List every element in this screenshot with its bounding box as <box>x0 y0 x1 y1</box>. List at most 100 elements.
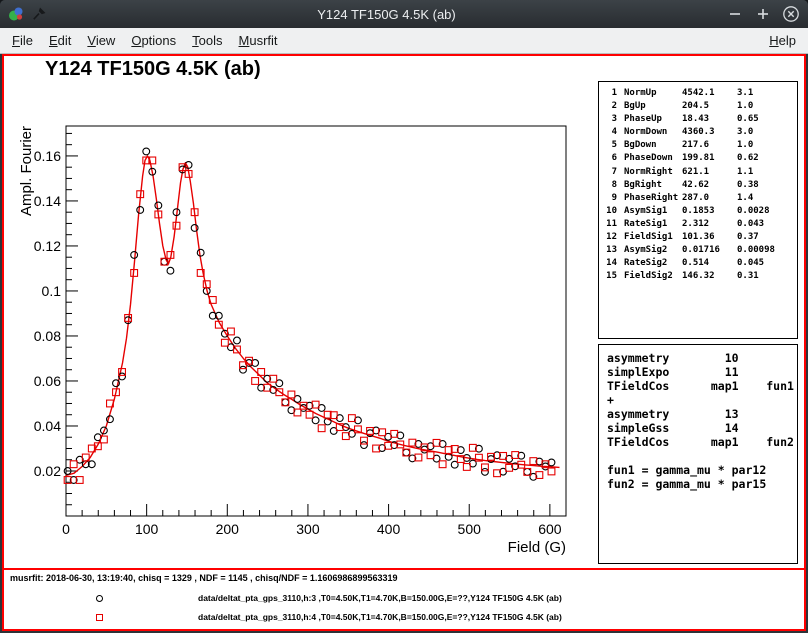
menu-accel: M <box>239 33 250 48</box>
theory-line: simpleGss 14 <box>607 421 797 435</box>
menu-accel: V <box>87 33 95 48</box>
parameter-row: 9PhaseRight287.01.4 <box>603 192 797 205</box>
fit-line <box>66 156 560 476</box>
theory-line: TFieldCos map1 fun1 <box>607 379 797 393</box>
data-marker <box>221 339 228 346</box>
menu-accel: E <box>49 33 58 48</box>
legend-label: data/deltat_pta_gps_3110,h:4 ,T0=4.50K,T… <box>198 612 562 622</box>
menu-label: ile <box>20 33 33 48</box>
fit-info: musrfit: 2018-06-30, 13:19:40, chisq = 1… <box>10 573 397 583</box>
menu-label: iew <box>96 33 116 48</box>
x-tick-label: 300 <box>296 521 320 537</box>
info-pane: musrfit: 2018-06-30, 13:19:40, chisq = 1… <box>4 568 804 629</box>
parameter-row: 6PhaseDown199.810.62 <box>603 152 797 165</box>
data-marker <box>143 148 150 155</box>
x-tick-label: 100 <box>135 521 159 537</box>
y-tick-label: 0.1 <box>42 283 62 299</box>
data-marker <box>439 461 446 468</box>
y-tick-label: 0.04 <box>34 418 61 434</box>
x-tick-label: 400 <box>377 521 401 537</box>
menu-view[interactable]: View <box>79 31 123 50</box>
menu-help[interactable]: Help <box>761 31 804 50</box>
app-window: Y124 TF150G 4.5K (ab) <box>0 0 808 633</box>
theory-line: + <box>607 393 797 407</box>
minimize-button[interactable] <box>726 5 744 23</box>
parameter-row: 8BgRight42.620.38 <box>603 179 797 192</box>
data-marker <box>403 449 410 456</box>
data-marker <box>288 391 295 398</box>
parameter-list: 1NormUp4542.13.12BgUp204.51.03PhaseUp18.… <box>598 81 798 339</box>
menu-options[interactable]: Options <box>123 31 184 50</box>
y-tick-label: 0.12 <box>34 238 61 254</box>
theory-line <box>607 449 797 463</box>
menu-accel: O <box>131 33 141 48</box>
data-marker <box>173 222 180 229</box>
data-marker <box>361 442 368 449</box>
menubar: File Edit View Options Tools Musrfit Hel… <box>0 28 808 54</box>
menu-label: ools <box>199 33 223 48</box>
plot-area: Y124 TF150G 4.5K (ab) 010020030040050060… <box>4 56 804 568</box>
x-tick-label: 500 <box>458 521 482 537</box>
data-marker <box>482 468 489 475</box>
x-axis-title: Field (G) <box>508 539 566 556</box>
window-title: Y124 TF150G 4.5K (ab) <box>54 7 719 22</box>
parameter-row: 3PhaseUp18.430.65 <box>603 113 797 126</box>
series-squares <box>64 157 555 483</box>
menu-musrfit[interactable]: Musrfit <box>231 31 286 50</box>
theory-box: asymmetry 10simplExpo 11TFieldCos map1 f… <box>598 344 798 564</box>
data-marker <box>548 468 555 475</box>
legend-circle-marker <box>96 595 103 602</box>
legend-entry: data/deltat_pta_gps_3110,h:3 ,T0=4.50K,T… <box>4 590 804 609</box>
maximize-button[interactable] <box>754 5 772 23</box>
titlebar[interactable]: Y124 TF150G 4.5K (ab) <box>0 0 808 28</box>
parameter-row: 15FieldSig2146.320.31 <box>603 270 797 283</box>
series-circles <box>64 148 555 483</box>
data-marker <box>234 337 241 344</box>
menu-label: usrfit <box>249 33 277 48</box>
data-marker <box>282 399 289 406</box>
menu-tools[interactable]: Tools <box>184 31 230 50</box>
data-marker <box>167 267 174 274</box>
window-controls <box>726 5 800 23</box>
x-tick-label: 200 <box>216 521 240 537</box>
data-marker <box>155 202 162 209</box>
data-marker <box>240 366 247 373</box>
parameter-row: 13AsymSig20.017160.00098 <box>603 244 797 257</box>
theory-line: asymmetry 10 <box>607 351 797 365</box>
parameter-row: 7NormRight621.11.1 <box>603 166 797 179</box>
data-marker <box>524 468 531 475</box>
close-button[interactable] <box>782 5 800 23</box>
y-tick-label: 0.06 <box>34 373 61 389</box>
parameter-row: 14RateSig20.5140.045 <box>603 257 797 270</box>
root-canvas[interactable]: Y124 TF150G 4.5K (ab) 010020030040050060… <box>2 54 806 631</box>
legend: data/deltat_pta_gps_3110,h:3 ,T0=4.50K,T… <box>4 590 804 628</box>
y-tick-label: 0.02 <box>34 463 61 479</box>
parameter-row: 10AsymSig10.18530.0028 <box>603 205 797 218</box>
menu-label: elp <box>779 33 796 48</box>
parameter-row: 12FieldSig1101.360.37 <box>603 231 797 244</box>
parameter-row: 1NormUp4542.13.1 <box>603 87 797 100</box>
y-axis-title: Ampl. Fourier <box>18 126 35 216</box>
menu-label: ptions <box>141 33 176 48</box>
menu-accel: H <box>769 33 778 48</box>
legend-entry: data/deltat_pta_gps_3110,h:4 ,T0=4.50K,T… <box>4 609 804 628</box>
legend-label: data/deltat_pta_gps_3110,h:3 ,T0=4.50K,T… <box>198 593 562 603</box>
menu-file[interactable]: File <box>4 31 41 50</box>
parameter-row: 4NormDown4360.33.0 <box>603 126 797 139</box>
x-tick-label: 0 <box>62 521 70 537</box>
data-marker <box>197 249 204 256</box>
menu-edit[interactable]: Edit <box>41 31 79 50</box>
pin-icon[interactable] <box>31 6 47 22</box>
theory-line: simplExpo 11 <box>607 365 797 379</box>
app-icon <box>8 6 24 22</box>
theory-line: fun2 = gamma_mu * par15 <box>607 477 797 491</box>
parameter-row: 11RateSig12.3120.043 <box>603 218 797 231</box>
theory-line: fun1 = gamma_mu * par12 <box>607 463 797 477</box>
parameter-row: 2BgUp204.51.0 <box>603 100 797 113</box>
theory-line: asymmetry 13 <box>607 407 797 421</box>
data-marker <box>131 252 138 259</box>
data-marker <box>70 461 77 468</box>
data-marker <box>137 207 144 214</box>
plot-frame <box>66 126 566 516</box>
y-tick-label: 0.08 <box>34 328 61 344</box>
